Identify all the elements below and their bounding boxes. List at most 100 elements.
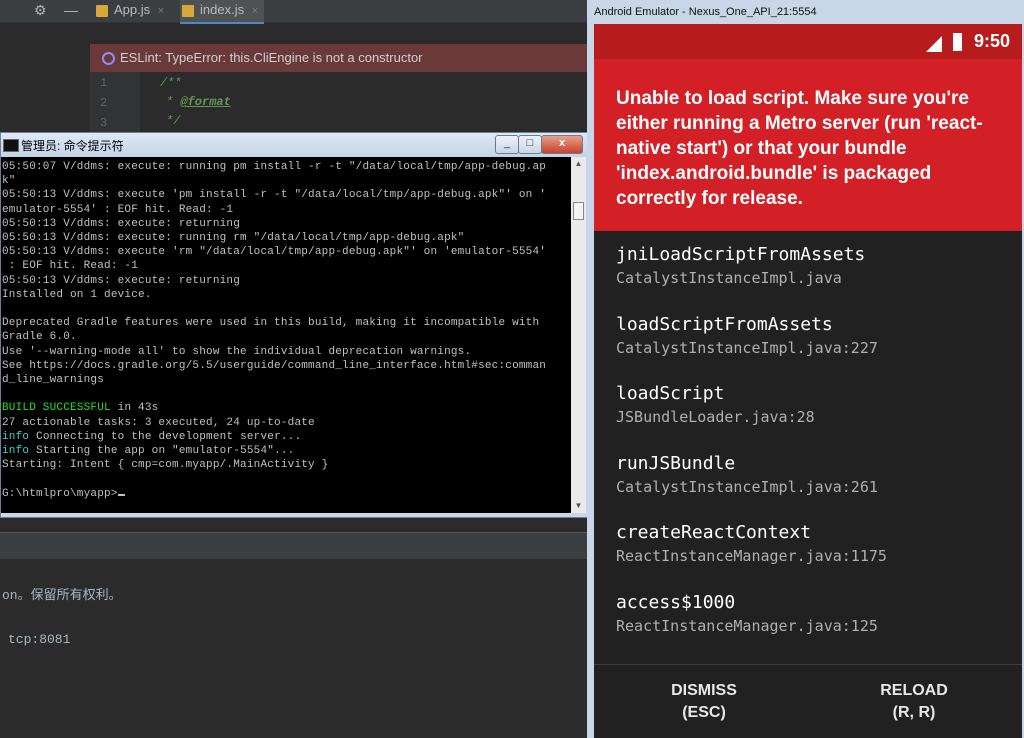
stack-frame[interactable]: loadScriptFromAssets CatalystInstanceImpl… (616, 314, 878, 357)
console-line: : EOF hit. Read: -1 (2, 260, 138, 272)
minimize-button[interactable]: _ (495, 135, 519, 154)
console-line: BUILD SUCCESSFUL in 43s (2, 402, 158, 414)
dismiss-button[interactable]: DISMISS (ESC) (604, 680, 804, 724)
console-line: 05:50:13 V/ddms: execute 'pm install -r … (2, 189, 546, 201)
console-line-text: : EOF hit. Read: -1 (2, 260, 139, 273)
stack-frame-method: loadScriptFromAssets (616, 313, 833, 335)
console-line-text: Starting the app on "emulator-5554"... (36, 445, 295, 457)
stack-frame-method: createReactContext (616, 522, 812, 543)
console-line: 27 actionable tasks: 3 executed, 24 up-t… (2, 417, 315, 429)
console-line-text: d_line_warnings (2, 374, 105, 386)
reload-button[interactable]: RELOAD (R, R) (814, 680, 1014, 724)
battery-icon (953, 33, 962, 51)
stack-frame-location: CatalystInstanceImpl.java:227 (616, 338, 878, 357)
scroll-down-icon[interactable]: ▼ (571, 499, 586, 513)
js-file-icon (182, 5, 194, 17)
console-line-text: See https://docs.gradle.org/5.5/userguid… (2, 359, 547, 372)
stack-frame-method: runJSBundle (616, 452, 736, 474)
editor-gutter (90, 72, 140, 132)
stack-frame[interactable]: access$1000 ReactInstanceManager.java:125 (616, 592, 878, 635)
signal-icon (926, 36, 942, 52)
console-line-text: G:\htmlpro\myapp> (2, 487, 118, 500)
console-line-text: Deprecated Gradle features were used in … (2, 317, 540, 330)
tab-app-js[interactable]: App.js × (94, 0, 170, 22)
stack-frame-method: jniLoadScriptFromAssets (616, 244, 866, 265)
gear-icon[interactable]: ⚙ (34, 2, 47, 19)
stack-frame[interactable]: runJSBundle CatalystInstanceImpl.java:261 (616, 453, 878, 496)
line-number: 2 (100, 96, 108, 110)
close-button[interactable]: x (541, 135, 583, 154)
stack-frame-location: CatalystInstanceImpl.java:261 (616, 477, 878, 496)
stack-frame[interactable]: loadScript JSBundleLoader.java:28 (616, 383, 815, 426)
code-line[interactable]: /** (160, 76, 182, 90)
console-line: Use '--warning-mode all' to show the ind… (2, 346, 471, 358)
reload-label: RELOAD (880, 682, 948, 699)
eslint-error-text: ESLint: TypeError: this.CliEngine is not… (120, 50, 423, 65)
console-line-text: in 43s (117, 402, 159, 415)
code-line[interactable]: */ (166, 114, 180, 128)
command-prompt-window[interactable]: 管理员: 命令提示符 _ □ x 05:50:07 V/ddms: execut… (0, 132, 591, 518)
cmd-console[interactable]: 05:50:07 V/ddms: execute: running pm ins… (1, 157, 571, 513)
console-line-text: k" (2, 175, 16, 188)
console-line-prefix: info (2, 445, 30, 457)
console-line: emulator-5554' : EOF hit. Read: -1 (2, 204, 233, 216)
console-line-prefix: info (2, 430, 30, 443)
console-line: Starting: Intent { cmp=com.myapp/.MainAc… (2, 459, 328, 471)
terminal-line: tcp:8081 (8, 632, 71, 647)
dismiss-label: DISMISS (671, 682, 737, 699)
cmd-title: 管理员: 命令提示符 (21, 139, 124, 153)
tab-index-js[interactable]: index.js × (180, 0, 265, 24)
android-emulator-window: Android Emulator - Nexus_One_API_21:5554… (587, 0, 1024, 738)
console-line-text: Use '--warning-mode all' to show the ind… (2, 345, 472, 358)
stack-frame[interactable]: createReactContext ReactInstanceManager.j… (616, 522, 887, 565)
console-line-text: 27 actionable tasks: 3 executed, 24 up-t… (2, 416, 315, 429)
console-line: 05:50:13 V/ddms: execute 'rm "/data/loca… (2, 246, 546, 258)
scroll-up-icon[interactable]: ▲ (571, 157, 586, 171)
console-line: 05:50:13 V/ddms: execute: returning (2, 218, 240, 230)
redbox-error-header: Unable to load script. Make sure you're … (594, 59, 1022, 231)
stack-frame-location: CatalystInstanceImpl.java (616, 269, 842, 287)
reload-shortcut: (R, R) (892, 704, 936, 721)
code-tag: @format (180, 95, 231, 109)
cmd-icon (3, 139, 19, 152)
ide-panel-bar (0, 532, 590, 559)
maximize-button[interactable]: □ (518, 135, 542, 154)
divider (594, 664, 1022, 665)
scroll-thumb[interactable] (573, 202, 584, 220)
stack-frame-location: ReactInstanceManager.java:1175 (616, 547, 887, 565)
line-number: 3 (100, 116, 108, 130)
close-icon[interactable]: × (252, 5, 258, 17)
stack-frame-location: ReactInstanceManager.java:125 (616, 616, 878, 635)
status-bar: 9:50 (594, 24, 1022, 59)
eslint-error-banner[interactable]: ESLint: TypeError: this.CliEngine is not… (90, 44, 590, 72)
tab-label: index.js (200, 2, 245, 17)
console-line: Gradle 6.0. (2, 331, 77, 343)
close-icon[interactable]: × (158, 5, 164, 17)
cmd-scrollbar[interactable]: ▲ ▼ (571, 157, 586, 513)
console-line: d_line_warnings (2, 374, 104, 386)
code-line[interactable]: * @format (166, 95, 231, 109)
console-line: Deprecated Gradle features were used in … (2, 317, 539, 329)
console-line-text: 05:50:13 V/ddms: execute: returning (2, 274, 241, 287)
tab-label: App.js (114, 2, 151, 17)
text-cursor (117, 493, 125, 496)
minimize-panel-icon[interactable]: — (64, 2, 78, 18)
console-line: Installed on 1 device. (2, 289, 152, 301)
console-line-text: Connecting to the development server... (36, 430, 302, 443)
cmd-title-bar[interactable]: 管理员: 命令提示符 _ □ x (1, 133, 590, 157)
console-line: See https://docs.gradle.org/5.5/userguid… (2, 360, 546, 372)
stack-frame-location: JSBundleLoader.java:28 (616, 408, 815, 426)
console-line-text: Gradle 6.0. (2, 331, 77, 344)
console-line-text: Installed on 1 device. (2, 288, 152, 301)
console-line-text: 05:50:13 V/ddms: execute: running rm "/d… (2, 232, 465, 244)
stack-frame[interactable]: jniLoadScriptFromAssets CatalystInstanceI… (616, 244, 865, 287)
status-clock: 9:50 (973, 31, 1010, 51)
console-line-text: 05:50:13 V/ddms: execute: returning (2, 217, 241, 230)
ide-toolbar: ⚙ — App.js × index.js × (0, 0, 590, 24)
stack-frame-method: access$1000 (616, 591, 736, 613)
eslint-icon (102, 52, 115, 65)
console-line: info Connecting to the development serve… (2, 431, 301, 443)
console-line-prefix: BUILD SUCCESSFUL (2, 402, 111, 415)
console-line: 05:50:13 V/ddms: execute: returning (2, 275, 240, 287)
console-line: G:\htmlpro\myapp> (2, 488, 125, 500)
